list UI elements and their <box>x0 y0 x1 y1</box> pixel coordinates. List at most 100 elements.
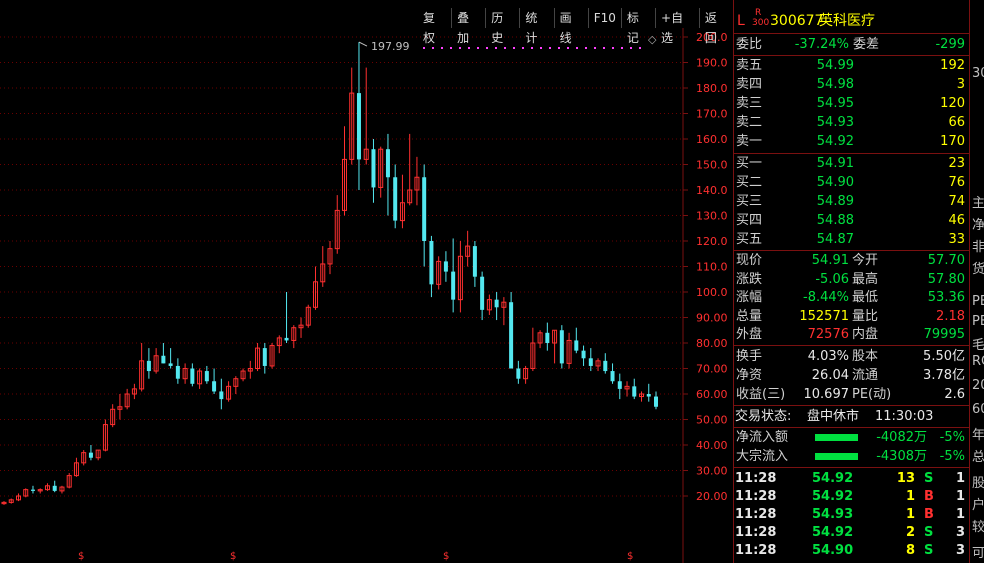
candle-body-down <box>262 348 267 366</box>
fundamental-label: 股本 <box>852 349 879 364</box>
y-tick-label: 190.0 <box>696 57 728 70</box>
candle-body-down <box>385 149 390 178</box>
candle-body-down <box>422 177 427 241</box>
tick-volume: 1 <box>905 489 915 504</box>
candle-body-down <box>429 241 434 285</box>
kline-chart-area[interactable]: 200.0 190.0 180.0 170.0 160.0 150.0 140.0 130.0… <box>0 0 733 563</box>
flow-row: 大宗流入 -4308万 -5% <box>733 448 969 466</box>
y-tick-label: 70.00 <box>696 363 728 376</box>
ask-price: 54.98 <box>816 77 854 92</box>
mark-button[interactable]: 标记 <box>620 8 655 45</box>
ask-row: 卖四 54.98 3 <box>733 76 969 94</box>
edge-label: 户 <box>972 498 984 513</box>
edge-label: 股 <box>972 476 984 491</box>
candle-body-down <box>168 363 173 366</box>
add-watchlist-button[interactable]: +自选 <box>655 8 699 45</box>
quote-row: 外盘 72576 内盘 79995 <box>733 326 969 344</box>
draw-line-button[interactable]: 画线 <box>553 8 588 45</box>
flow-label: 大宗流入 <box>736 449 789 464</box>
flow-label: 净流入额 <box>736 430 789 445</box>
bid-volume: 23 <box>948 156 965 171</box>
y-tick-label: 20.00 <box>696 490 728 503</box>
tick-time: 11:28 <box>735 543 777 558</box>
fuquan-button[interactable]: 复权 <box>418 8 451 45</box>
fundamental-label: 换手 <box>736 349 763 364</box>
y-tick-label: 150.0 <box>696 159 728 172</box>
edge-label: 较 <box>972 520 984 535</box>
kline-chart[interactable]: 200.0190.0180.0170.0160.0150.0140.0130.0… <box>0 0 733 563</box>
ask-volume: 120 <box>940 96 965 111</box>
candle-body-down <box>654 396 658 407</box>
fundamental-value: 4.03% <box>807 349 849 364</box>
candle-body-down <box>212 381 217 392</box>
quote-label: 最低 <box>852 290 879 305</box>
quote-row: 总量 152571 量比 2.18 <box>733 308 969 326</box>
ask-row: 卖五 54.99 192 <box>733 57 969 75</box>
bid-volume: 76 <box>948 175 965 190</box>
candle-body-down <box>161 355 166 364</box>
candle-body-down <box>371 149 376 188</box>
weibi-row: 委比 -37.24% 委差 -299 <box>733 36 969 54</box>
quote-row: 涨跌 -5.06 最高 57.80 <box>733 271 969 289</box>
flow-bar <box>815 434 858 441</box>
y-tick-label: 50.00 <box>696 414 728 427</box>
fundamental-row: 净资 26.04 流通 3.78亿 <box>733 367 969 385</box>
trade-status-row: 交易状态: 盘中休市 11:30:03 <box>733 408 969 426</box>
candle-body-down <box>480 276 485 310</box>
ask-price: 54.95 <box>816 96 854 111</box>
divider <box>733 467 969 468</box>
overlay-button[interactable]: 叠加 <box>451 8 485 45</box>
quote-label: 总量 <box>736 308 763 324</box>
candle-body-down <box>451 271 456 300</box>
ask-volume: 170 <box>940 134 965 149</box>
fundamental-label: 流通 <box>852 368 879 383</box>
quote-value: 57.70 <box>927 253 965 268</box>
quote-value: 2.18 <box>936 308 965 324</box>
tick-side: B <box>924 489 934 504</box>
candle-body-down <box>30 489 35 491</box>
candle-body-down <box>284 337 289 341</box>
bid-volume: 46 <box>948 213 965 228</box>
max-price-label: 197.99 <box>371 40 410 53</box>
weibi-value: -37.24% <box>794 37 849 52</box>
ask-level-label: 卖四 <box>736 77 763 92</box>
y-tick-label: 110.0 <box>696 261 728 274</box>
bid-row: 买三 54.89 74 <box>733 193 969 211</box>
ask-level-label: 卖五 <box>736 58 763 73</box>
f10-button[interactable]: F10 <box>587 8 621 28</box>
tick-volume: 2 <box>905 525 915 540</box>
quote-panel: L R 300 300677 英科医疗 委比 -37.24% 委差 -299 卖… <box>733 0 969 563</box>
candle-body-down <box>617 381 622 389</box>
history-button[interactable]: 历史 <box>485 8 519 45</box>
edge-label: 主 <box>972 196 984 211</box>
edge-label: 可 <box>972 546 984 561</box>
tick-row: 11:28 54.93 1 B 1 <box>733 506 969 524</box>
dividend-marker: $ <box>627 551 633 562</box>
candle-body-down <box>516 368 521 379</box>
candle-body-down <box>588 358 593 366</box>
tick-side: S <box>924 471 934 486</box>
diamond-icon[interactable]: ◇ <box>648 33 656 46</box>
y-tick-label: 90.00 <box>696 312 728 325</box>
y-tick-label: 80.00 <box>696 337 728 350</box>
candle-body-down <box>545 332 550 343</box>
divider <box>733 250 969 251</box>
tick-time: 11:28 <box>735 525 777 540</box>
divider <box>733 55 969 56</box>
quote-label: 今开 <box>852 253 879 268</box>
tick-price: 54.92 <box>812 525 854 540</box>
bid-level-label: 买五 <box>736 232 763 247</box>
bid-level-label: 买二 <box>736 175 763 190</box>
quote-value: 79995 <box>923 327 965 342</box>
quote-value: 54.91 <box>811 253 849 268</box>
fundamental-label: 净资 <box>736 368 763 383</box>
flow-value: -4082万 <box>876 430 927 445</box>
candle-body-down <box>443 261 448 272</box>
flow-value: -4308万 <box>876 449 927 464</box>
tick-price: 54.90 <box>812 543 854 558</box>
flow-row: 净流入额 -4082万 -5% <box>733 429 969 447</box>
back-button[interactable]: 返回 <box>698 8 733 45</box>
tick-side: B <box>924 507 934 522</box>
tick-time: 11:28 <box>735 489 777 504</box>
statistics-button[interactable]: 统计 <box>519 8 553 45</box>
